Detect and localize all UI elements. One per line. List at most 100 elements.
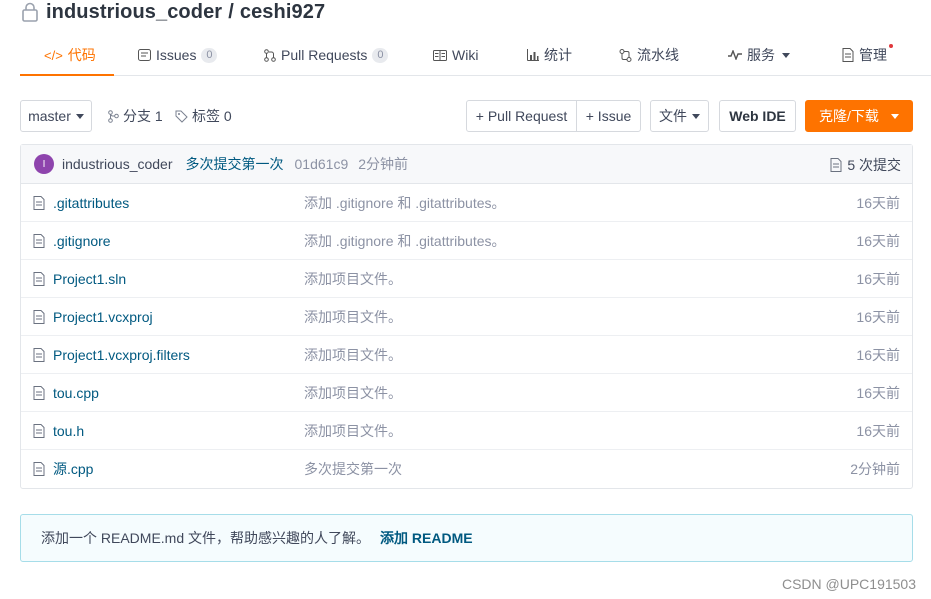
file-name[interactable]: 源.cpp <box>53 459 93 479</box>
file-row[interactable]: .gitattributes 添加 .gitignore 和 .gitattri… <box>21 184 912 222</box>
file-commit-message[interactable]: 添加项目文件。 <box>304 383 402 403</box>
file-time: 2分钟前 <box>850 461 900 477</box>
chevron-down-icon <box>692 113 700 119</box>
file-name[interactable]: .gitignore <box>53 233 111 249</box>
avatar[interactable]: I <box>34 154 54 174</box>
tags-link[interactable]: 标签 0 <box>175 100 232 132</box>
tab-pull-requests-label: Pull Requests <box>281 47 368 63</box>
tab-services[interactable]: 服务 <box>728 34 790 76</box>
chevron-down-icon <box>890 113 899 119</box>
file-row[interactable]: tou.h 添加项目文件。 16天前 <box>21 412 912 450</box>
tags-label: 标签 0 <box>192 108 232 124</box>
pull-requests-count-badge: 0 <box>372 47 389 63</box>
new-pull-request-button[interactable]: + Pull Request <box>466 100 577 132</box>
branch-select[interactable]: master <box>20 100 92 132</box>
file-time: 16天前 <box>856 232 900 249</box>
web-ide-label: Web IDE <box>729 108 786 124</box>
repo-name[interactable]: ceshi927 <box>240 1 325 23</box>
commit-message[interactable]: 多次提交第一次 <box>186 154 284 174</box>
notification-dot <box>889 44 893 48</box>
tab-services-label: 服务 <box>747 47 775 63</box>
clone-download-button[interactable]: 克隆/下载 <box>805 100 913 132</box>
file-icon <box>33 462 45 476</box>
tab-code[interactable]: </> 代码 <box>44 34 96 76</box>
file-row[interactable]: .gitignore 添加 .gitignore 和 .gitattribute… <box>21 222 912 260</box>
file-commit-message[interactable]: 添加 .gitignore 和 .gitattributes。 <box>304 231 506 251</box>
branch-select-label: master <box>28 108 71 124</box>
file-row[interactable]: tou.cpp 添加项目文件。 16天前 <box>21 374 912 412</box>
file-name[interactable]: Project1.vcxproj.filters <box>53 347 190 363</box>
branch-icon <box>108 109 119 123</box>
chevron-down-icon <box>75 113 84 119</box>
commit-hash[interactable]: 01d61c9 <box>295 156 349 172</box>
repo-title[interactable]: industrious_coder / ceshi927 <box>46 1 325 24</box>
tab-issues-label: Issues <box>156 47 197 63</box>
file-list: I industrious_coder 多次提交第一次 01d61c9 2分钟前… <box>20 144 913 489</box>
tab-wiki[interactable]: Wiki <box>433 34 478 76</box>
tab-issues[interactable]: Issues 0 <box>138 34 218 76</box>
file-commit-message[interactable]: 多次提交第一次 <box>304 459 402 479</box>
commit-author[interactable]: industrious_coder <box>62 156 173 172</box>
settings-doc-icon <box>842 48 854 62</box>
file-commit-message[interactable]: 添加项目文件。 <box>304 269 402 289</box>
new-issue-label: + Issue <box>585 108 632 124</box>
tab-manage-label: 管理 <box>859 47 887 63</box>
pulse-icon <box>728 50 742 60</box>
document-icon <box>830 157 842 172</box>
file-name[interactable]: Project1.sln <box>53 271 126 287</box>
file-row[interactable]: Project1.vcxproj.filters 添加项目文件。 16天前 <box>21 336 912 374</box>
readme-tip-text: 添加一个 README.md 文件，帮助感兴趣的人了解。 <box>41 530 371 546</box>
file-time: 16天前 <box>856 346 900 363</box>
bar-chart-icon <box>527 49 539 61</box>
file-icon <box>33 424 45 438</box>
file-menu-label: 文件 <box>659 108 687 124</box>
repo-owner[interactable]: industrious_coder <box>46 1 222 23</box>
repo-toolbar: master 分支 1 标签 0 + Pull Request + Issue … <box>20 100 913 132</box>
branches-label: 分支 1 <box>123 108 163 124</box>
readme-tip: 添加一个 README.md 文件，帮助感兴趣的人了解。 添加 README <box>20 514 913 562</box>
file-row[interactable]: 源.cpp 多次提交第一次 2分钟前 <box>21 450 912 488</box>
issues-count-badge: 0 <box>201 47 218 63</box>
file-commit-message[interactable]: 添加项目文件。 <box>304 345 402 365</box>
tab-statistics-label: 统计 <box>544 47 572 63</box>
tab-pull-requests[interactable]: Pull Requests 0 <box>264 34 389 76</box>
branches-link[interactable]: 分支 1 <box>108 100 163 132</box>
file-name[interactable]: tou.cpp <box>53 385 99 401</box>
code-icon: </> <box>44 47 63 63</box>
tab-wiki-label: Wiki <box>452 47 479 63</box>
file-time: 16天前 <box>856 422 900 439</box>
repo-header: industrious_coder / ceshi927 <box>20 0 325 24</box>
file-name[interactable]: tou.h <box>53 423 84 439</box>
file-name[interactable]: Project1.vcxproj <box>53 309 153 325</box>
tag-icon <box>175 110 188 123</box>
clone-download-label: 克隆/下载 <box>819 108 879 124</box>
repo-tabs: </> 代码 Issues 0 Pull Requests 0 Wiki 统计 … <box>20 34 931 76</box>
file-commit-message[interactable]: 添加项目文件。 <box>304 421 402 441</box>
file-row[interactable]: Project1.vcxproj 添加项目文件。 16天前 <box>21 298 912 336</box>
repo-separator: / <box>228 0 234 23</box>
file-commit-message[interactable]: 添加 .gitignore 和 .gitattributes。 <box>304 193 506 213</box>
tab-manage[interactable]: 管理 <box>842 34 893 76</box>
book-icon <box>433 49 447 61</box>
file-time: 16天前 <box>856 384 900 401</box>
file-name[interactable]: .gitattributes <box>53 195 129 211</box>
file-time: 16天前 <box>856 194 900 211</box>
file-row[interactable]: Project1.sln 添加项目文件。 16天前 <box>21 260 912 298</box>
web-ide-button[interactable]: Web IDE <box>719 100 796 132</box>
add-readme-link[interactable]: 添加 README <box>380 528 473 548</box>
tab-statistics[interactable]: 统计 <box>527 34 572 76</box>
file-icon <box>33 196 45 210</box>
tab-pipeline-label: 流水线 <box>637 47 679 63</box>
file-icon <box>33 386 45 400</box>
new-pull-request-label: + Pull Request <box>475 108 568 124</box>
pull-request-icon <box>264 48 276 62</box>
file-commit-message[interactable]: 添加项目文件。 <box>304 307 402 327</box>
file-icon <box>33 310 45 324</box>
chevron-down-icon <box>782 52 790 58</box>
new-issue-button[interactable]: + Issue <box>576 100 641 132</box>
file-time: 16天前 <box>856 308 900 325</box>
file-menu-button[interactable]: 文件 <box>650 100 709 132</box>
tab-pipeline[interactable]: 流水线 <box>619 34 679 76</box>
commit-count-link[interactable]: 5 次提交 <box>830 145 901 184</box>
lock-icon <box>22 2 38 22</box>
